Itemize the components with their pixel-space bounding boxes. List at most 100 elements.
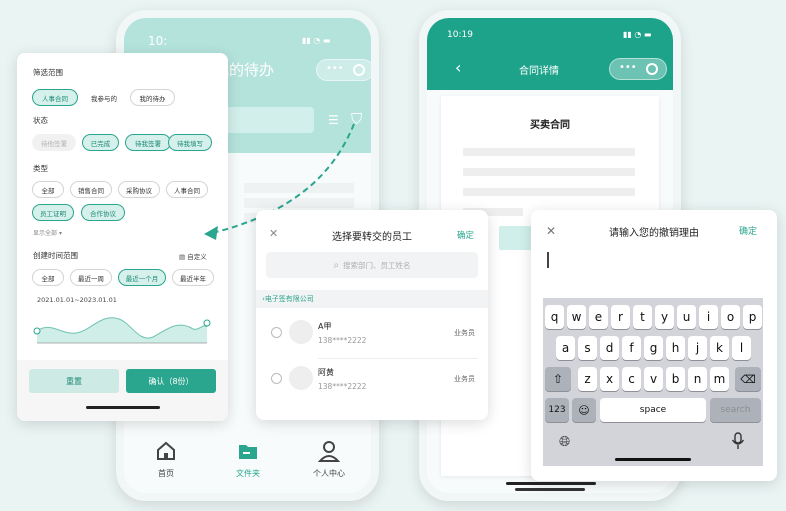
document-line <box>463 188 635 196</box>
status-option-waiting-me-sign[interactable]: 待我签署 <box>125 134 171 151</box>
transfer-confirm-button[interactable]: 确定 <box>457 229 474 241</box>
status-option-completed[interactable]: 已完成 <box>82 134 119 151</box>
key-c[interactable]: c <box>622 367 641 391</box>
shift-icon: ⇧ <box>552 372 564 386</box>
page-title: 合同详情 <box>519 66 559 77</box>
scope-option-my-todo[interactable]: 我的待办 <box>130 89 175 106</box>
key-q[interactable]: q <box>545 305 564 329</box>
key-l[interactable]: l <box>732 336 751 360</box>
home-indicator <box>615 458 691 461</box>
key-x[interactable]: x <box>600 367 619 391</box>
time-option-half-year[interactable]: 最近半年 <box>172 269 214 286</box>
employee-name: 阿黄 <box>318 368 334 377</box>
more-icon: ••• <box>619 62 637 73</box>
key-d[interactable]: d <box>600 336 619 360</box>
key-u[interactable]: u <box>677 305 696 329</box>
revoke-panel: ✕ 请输入您的撤销理由 确定 q w e r t y u i o p a s d… <box>531 210 777 481</box>
key-k[interactable]: k <box>710 336 729 360</box>
mini-program-capsule[interactable]: ••• <box>609 58 667 80</box>
back-icon[interactable]: ‹ <box>455 58 461 77</box>
key-s[interactable]: s <box>578 336 597 360</box>
key-z[interactable]: z <box>578 367 597 391</box>
close-circle-icon <box>646 63 658 75</box>
key-e[interactable]: e <box>589 305 608 329</box>
employee-role: 业务员 <box>454 375 475 383</box>
reason-input-cursor[interactable] <box>547 252 549 268</box>
status-icons: ▮▮ ◔ ▬ <box>302 36 331 45</box>
key-g[interactable]: g <box>644 336 663 360</box>
key-v[interactable]: v <box>644 367 663 391</box>
nav-profile[interactable]: 个人中心 <box>309 440 349 479</box>
nav-home-label: 首页 <box>158 469 174 478</box>
shift-key[interactable]: ⇧ <box>545 367 571 391</box>
revoke-confirm-button[interactable]: 确定 <box>739 224 757 237</box>
close-circle-icon <box>353 64 365 76</box>
chevron-down-icon: ▾ <box>58 230 62 237</box>
mini-program-capsule[interactable]: ••• <box>316 59 371 81</box>
transfer-title: 选择要转交的员工 <box>332 232 412 243</box>
space-key[interactable]: space <box>600 398 706 422</box>
status-time: 10:19 <box>447 30 473 40</box>
document-line <box>463 148 635 156</box>
divider <box>318 358 478 359</box>
document-line <box>463 168 635 176</box>
type-option-cooperation[interactable]: 合作协议 <box>81 204 125 221</box>
key-b[interactable]: b <box>666 367 685 391</box>
key-r[interactable]: r <box>611 305 630 329</box>
home-indicator <box>515 488 585 491</box>
home-indicator <box>506 482 596 485</box>
custom-button[interactable]: ▤ 自定义 <box>179 251 207 261</box>
microphone-icon[interactable] <box>731 432 745 450</box>
radio-button[interactable] <box>271 327 282 338</box>
time-option-week[interactable]: 最近一周 <box>70 269 112 286</box>
person-icon <box>318 441 340 462</box>
key-j[interactable]: j <box>688 336 707 360</box>
key-i[interactable]: i <box>699 305 718 329</box>
type-title: 类型 <box>33 164 48 173</box>
key-w[interactable]: w <box>567 305 586 329</box>
key-n[interactable]: n <box>688 367 707 391</box>
list-item[interactable]: A甲 138****2222 业务员 <box>256 314 488 360</box>
filter-panel: 筛选范围 人事合同 我参与的 我的待办 状态 待他签署 已完成 待我签署 待我填… <box>17 53 228 421</box>
emoji-key[interactable]: ☺ <box>572 398 596 422</box>
radio-button[interactable] <box>271 373 282 384</box>
time-option-month[interactable]: 最近一个月 <box>118 269 166 286</box>
key-o[interactable]: o <box>721 305 740 329</box>
employee-phone: 138****2222 <box>318 382 367 391</box>
status-option-waiting-others: 待他签署 <box>32 134 76 151</box>
employee-search-input[interactable]: ⌕ 搜索部门、员工姓名 <box>266 252 478 278</box>
nav-folder[interactable]: 文件夹 <box>228 440 268 479</box>
reset-button[interactable]: 重置 <box>29 369 119 393</box>
avatar <box>289 366 313 390</box>
key-t[interactable]: t <box>633 305 652 329</box>
nav-home[interactable]: 首页 <box>146 440 186 479</box>
key-f[interactable]: f <box>622 336 641 360</box>
search-key[interactable]: search <box>710 398 761 422</box>
date-range-text: 2021.01.01~2023.01.01 <box>37 296 117 304</box>
date-range-slider[interactable] <box>31 311 215 353</box>
time-option-all[interactable]: 全部 <box>32 269 64 286</box>
emoji-icon: ☺ <box>578 403 590 417</box>
type-option-employee-cert[interactable]: 员工证明 <box>32 204 74 221</box>
confirm-button[interactable]: 确认（8份） <box>126 369 216 393</box>
delete-key[interactable]: ⌫ <box>735 367 761 391</box>
key-m[interactable]: m <box>710 367 729 391</box>
type-option-sales[interactable]: 销售合同 <box>70 181 112 198</box>
home-indicator <box>86 406 160 409</box>
numbers-key[interactable]: 123 <box>545 398 569 422</box>
show-all-link[interactable]: 显示全部 ▾ <box>33 228 62 237</box>
type-option-purchase[interactable]: 采购协议 <box>118 181 160 198</box>
type-option-all[interactable]: 全部 <box>32 181 64 198</box>
slider-handle-left <box>33 327 41 335</box>
scope-option-hr-contract[interactable]: 人事合同 <box>32 89 78 106</box>
key-a[interactable]: a <box>556 336 575 360</box>
globe-icon[interactable]: 🌐︎ <box>559 434 570 450</box>
key-p[interactable]: p <box>743 305 762 329</box>
search-placeholder: 搜索部门、员工姓名 <box>343 260 411 270</box>
list-item[interactable]: 阿黄 138****2222 业务员 <box>256 360 488 406</box>
key-h[interactable]: h <box>666 336 685 360</box>
scope-option-participated[interactable]: 我参与的 <box>83 89 125 106</box>
avatar <box>289 320 313 344</box>
key-y[interactable]: y <box>655 305 674 329</box>
breadcrumb[interactable]: ‹ 电子签有限公司 <box>256 290 488 308</box>
